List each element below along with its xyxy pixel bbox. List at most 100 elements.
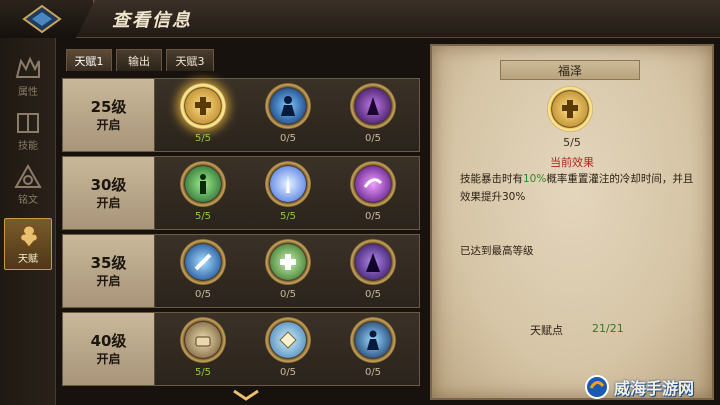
talent-points-value: 21/21 [592, 322, 624, 335]
talent-slot[interactable]: 0/5 [261, 239, 315, 305]
talent-ring [350, 161, 396, 207]
tab-talent-3[interactable]: 天赋3 [166, 49, 214, 71]
talent-ring [350, 239, 396, 285]
talent-ring [265, 239, 311, 285]
talent-slot[interactable]: 5/5 [176, 317, 230, 383]
talent-count: 5/5 [194, 133, 212, 144]
row-open-text: 开启 [96, 117, 121, 132]
talent-ring [350, 83, 396, 129]
row-level: 30级 [90, 175, 127, 194]
talent-ring [265, 161, 311, 207]
talent-slot[interactable]: 5/5 [176, 83, 230, 149]
talent-slot[interactable]: 5/5 [176, 161, 230, 227]
row-level-label: 35级 开启 [63, 235, 155, 307]
talent-row-25: 25级 开启 5/5 0/5 0/5 [62, 78, 420, 152]
tab-talent-1[interactable]: 天赋1 [66, 49, 112, 71]
sidebar-item-inscription[interactable]: 铭文 [4, 160, 52, 212]
inscription-icon [4, 160, 52, 194]
purple-robe-icon [355, 244, 391, 280]
blue-light-burst-icon [270, 166, 306, 202]
sidebar-item-label: 天赋 [18, 254, 38, 265]
talent-count: 0/5 [279, 367, 297, 378]
talent-slot[interactable]: 0/5 [346, 83, 400, 149]
talent-ring [180, 161, 226, 207]
blue-figure-aura-icon [355, 322, 391, 358]
detail-count: 5/5 [563, 136, 581, 149]
hand-scroll-icon [185, 322, 221, 358]
watermark-text: 威海手游网 [614, 379, 695, 398]
talent-slot[interactable]: 0/5 [261, 83, 315, 149]
talent-row-40: 40级 开启 5/5 0/5 0/5 [62, 312, 420, 386]
sidebar-item-talent[interactable]: 天赋 [4, 218, 52, 270]
sidebar-item-label: 属性 [18, 87, 38, 98]
gold-cross-icon [185, 88, 221, 124]
talent-count: 0/5 [364, 133, 382, 144]
talent-ring [180, 239, 226, 285]
talent-slot[interactable]: 0/5 [176, 239, 230, 305]
row-level-label: 30级 开启 [63, 157, 155, 229]
talent-slot[interactable]: 0/5 [346, 239, 400, 305]
purple-swirl-icon [355, 166, 391, 202]
row-level-label: 40级 开启 [63, 313, 155, 385]
page-title: 查看信息 [112, 10, 192, 31]
header-bar: 查看信息 [0, 0, 720, 38]
talent-icon [5, 219, 53, 253]
talent-detail-panel: 福泽 5/5 当前效果 技能暴击时有10%概率重置灌注的冷却时间，并且效果提升3… [430, 44, 714, 400]
sidebar-item-label: 铭文 [18, 195, 38, 206]
row-open-text: 开启 [96, 195, 121, 210]
row-level: 40级 [90, 331, 127, 350]
back-button[interactable] [0, 0, 95, 38]
watermark-logo-icon [585, 375, 609, 399]
blue-figure-icon [270, 88, 306, 124]
talent-row-35: 35级 开启 0/5 0/5 0/5 [62, 234, 420, 308]
watermark: 威海手游网 [584, 372, 718, 402]
scroll-down-arrow-icon[interactable] [232, 388, 260, 402]
sidebar-item-label: 技能 [18, 141, 38, 152]
row-level: 25级 [90, 97, 127, 116]
skills-book-icon [4, 106, 52, 140]
gold-cross-icon [547, 86, 593, 132]
desc-highlight: 10% [523, 173, 547, 185]
rune-tablet-icon [270, 322, 306, 358]
talent-count: 5/5 [279, 211, 297, 222]
talent-count: 0/5 [364, 367, 382, 378]
talent-slot[interactable]: 0/5 [261, 317, 315, 383]
diamond-emblem-icon [22, 4, 62, 34]
talent-slot[interactable]: 5/5 [261, 161, 315, 227]
talent-count: 5/5 [194, 367, 212, 378]
talent-count: 0/5 [279, 133, 297, 144]
talent-slot[interactable]: 0/5 [346, 317, 400, 383]
talent-count: 5/5 [194, 211, 212, 222]
talent-ring [180, 317, 226, 363]
max-level-text: 已达到最高等级 [460, 245, 534, 257]
detail-icon-inner [552, 91, 588, 127]
row-open-text: 开启 [96, 351, 121, 366]
effect-description: 技能暴击时有10%概率重置灌注的冷却时间，并且效果提升30% [460, 170, 700, 206]
talent-count: 0/5 [279, 289, 297, 300]
talent-ring [265, 317, 311, 363]
row-open-text: 开启 [96, 273, 121, 288]
talent-ring [265, 83, 311, 129]
tab-output[interactable]: 输出 [116, 49, 162, 71]
detail-title: 福泽 [500, 60, 640, 80]
row-level-label: 25级 开启 [63, 79, 155, 151]
talent-count: 0/5 [364, 211, 382, 222]
desc-text: 技能暴击时有 [460, 173, 523, 185]
sidebar: 属性 技能 铭文 天赋 [0, 38, 56, 405]
row-level: 35级 [90, 253, 127, 272]
effect-title: 当前效果 [550, 156, 594, 169]
sidebar-item-skills[interactable]: 技能 [4, 106, 52, 158]
attributes-icon [4, 52, 52, 86]
green-warrior-icon [185, 166, 221, 202]
talent-ring [350, 317, 396, 363]
talent-row-30: 30级 开启 5/5 5/5 0/5 [62, 156, 420, 230]
blue-strike-icon [185, 244, 221, 280]
talent-count: 0/5 [194, 289, 212, 300]
talent-points-label: 天赋点 [530, 324, 563, 337]
green-heal-cross-icon [270, 244, 306, 280]
sidebar-item-attributes[interactable]: 属性 [4, 52, 52, 104]
talent-ring [180, 83, 226, 129]
talent-slot[interactable]: 0/5 [346, 161, 400, 227]
talent-grid: 25级 开启 5/5 0/5 0/5 30级 开启 5/5 5/5 0/5 35… [62, 72, 422, 405]
purple-mage-icon [355, 88, 391, 124]
